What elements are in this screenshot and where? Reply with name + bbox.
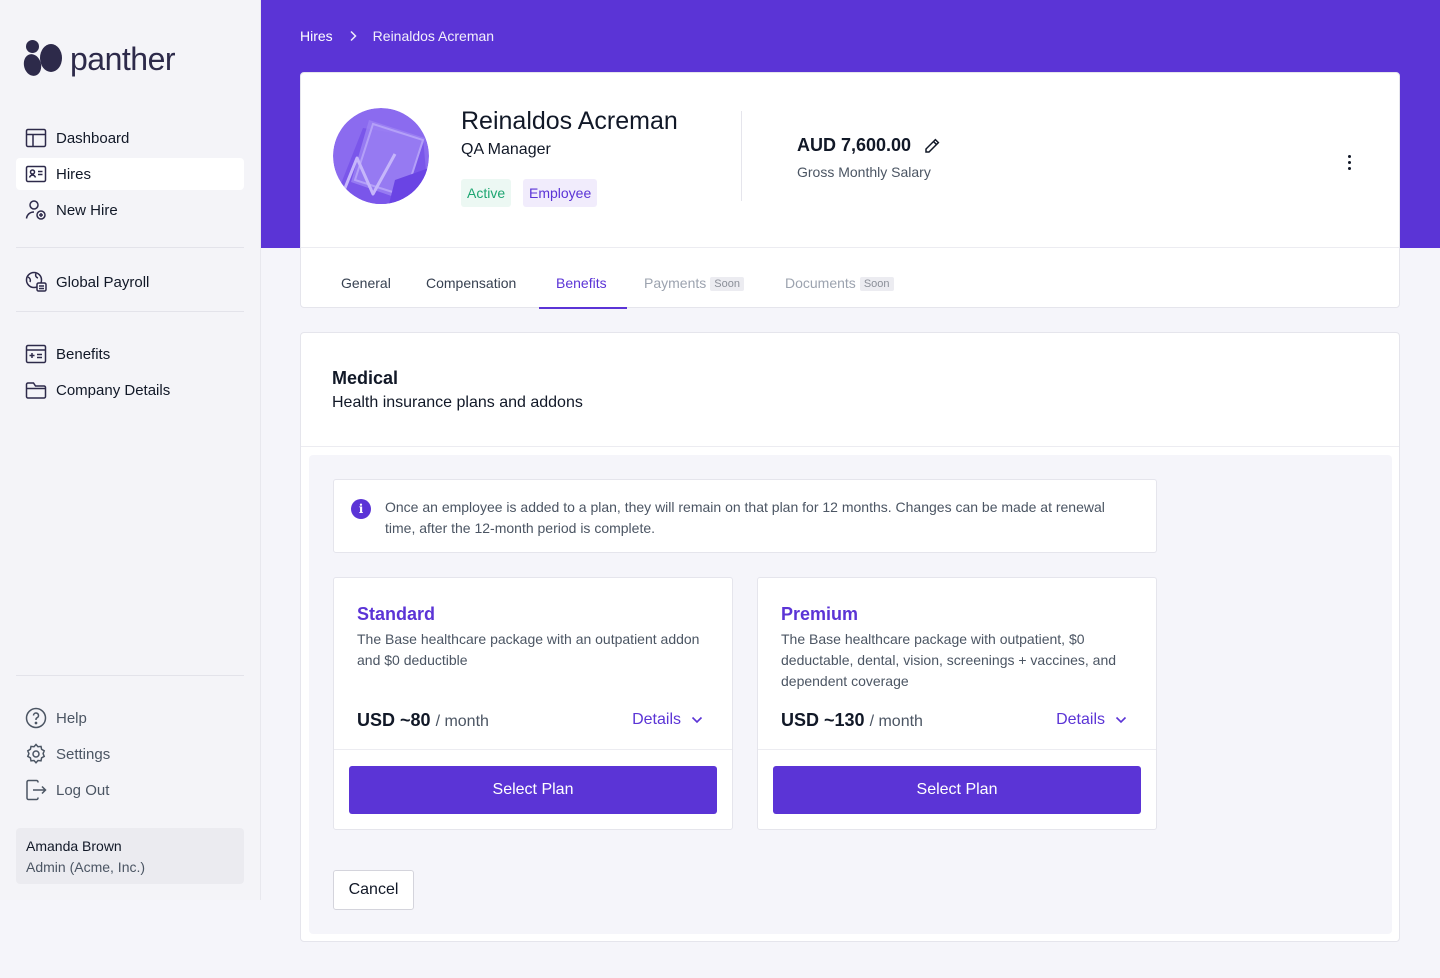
- footer-nav: Help Settings Log Out: [16, 702, 244, 810]
- sidebar-item-label: Benefits: [56, 345, 111, 363]
- folder-icon: [25, 382, 47, 399]
- sidebar-item-new-hire[interactable]: New Hire: [16, 194, 244, 226]
- tab-label: Payments: [644, 275, 707, 291]
- select-plan-button[interactable]: Select Plan: [349, 766, 717, 814]
- logout-icon: [26, 779, 47, 801]
- breadcrumb-parent-link[interactable]: Hires: [300, 28, 333, 44]
- medical-section: Medical Health insurance plans and addon…: [300, 332, 1400, 942]
- soon-badge: Soon: [710, 277, 744, 291]
- employment-type-badge: Employee: [523, 179, 598, 207]
- primary-nav: Dashboard Hires New Hire: [16, 122, 244, 230]
- plan-details-toggle[interactable]: Details: [632, 711, 703, 729]
- global-payroll-icon: [25, 271, 47, 292]
- status-badge: Active: [461, 179, 512, 207]
- sidebar-item-company-details[interactable]: Company Details: [16, 374, 244, 406]
- tab-payments: Payments Soon: [644, 275, 744, 291]
- plan-description: The Base healthcare package with outpati…: [781, 631, 1117, 689]
- active-tab-indicator: [539, 307, 627, 309]
- sidebar-item-help[interactable]: Help: [16, 702, 244, 734]
- sidebar-item-label: Help: [56, 709, 87, 727]
- sidebar-item-dashboard[interactable]: Dashboard: [16, 122, 244, 154]
- plan-name: Premium: [781, 604, 859, 624]
- plan-price-unit: / month: [435, 713, 489, 730]
- edit-pencil-icon[interactable]: [923, 137, 941, 155]
- dashboard-icon: [25, 128, 47, 148]
- breadcrumb-current: Reinaldos Acreman: [372, 28, 495, 44]
- sidebar-item-settings[interactable]: Settings: [16, 738, 244, 770]
- plan-price: USD ~130 / month: [781, 710, 923, 731]
- plan-divider: [758, 749, 1156, 750]
- plan-description: The Base healthcare package with an outp…: [357, 631, 700, 668]
- plan-name: Standard: [357, 604, 436, 624]
- plan-card-premium: Premium The Base healthcare package with…: [757, 577, 1157, 830]
- info-notice: i Once an employee is added to a plan, t…: [333, 479, 1157, 553]
- hire-name: Reinaldos Acreman: [461, 107, 678, 135]
- benefits-icon: [25, 344, 47, 364]
- gear-icon: [26, 743, 46, 764]
- plan-card-standard: Standard The Base healthcare package wit…: [333, 577, 733, 830]
- sidebar-item-label: Global Payroll: [56, 273, 150, 291]
- user-role: Admin (Acme, Inc.): [26, 859, 146, 875]
- chevron-right-icon: [350, 30, 357, 42]
- salary-label: Gross Monthly Salary: [797, 164, 931, 180]
- sidebar-item-label: New Hire: [56, 201, 118, 219]
- tab-benefits[interactable]: Benefits: [556, 275, 607, 291]
- user-name: Amanda Brown: [26, 838, 122, 854]
- salary-amount: AUD 7,600.00: [797, 135, 941, 156]
- section-title: Medical: [332, 368, 399, 388]
- sidebar-item-label: Company Details: [56, 381, 171, 399]
- sidebar-item-label: Hires: [56, 165, 92, 183]
- info-text: Once an employee is added to a plan, the…: [385, 499, 1105, 536]
- help-icon: [25, 707, 47, 729]
- sidebar-item-label: Settings: [56, 745, 111, 763]
- section-subtitle: Health insurance plans and addons: [332, 394, 583, 411]
- plan-price-value: USD ~130: [781, 710, 865, 730]
- chevron-down-icon: [1115, 716, 1127, 724]
- tabs-divider: [301, 247, 1399, 248]
- select-plan-button[interactable]: Select Plan: [773, 766, 1141, 814]
- info-icon: i: [351, 499, 371, 519]
- sidebar-item-label: Log Out: [56, 781, 110, 799]
- hire-job-title: QA Manager: [461, 141, 551, 158]
- brand-name: panther: [70, 40, 176, 77]
- sidebar-item-hires[interactable]: Hires: [16, 158, 244, 190]
- tab-general[interactable]: General: [341, 275, 391, 291]
- plan-price-unit: / month: [869, 713, 923, 730]
- plan-price: USD ~80 / month: [357, 710, 489, 731]
- plan-details-toggle[interactable]: Details: [1056, 711, 1127, 729]
- sidebar-item-global-payroll[interactable]: Global Payroll: [16, 266, 244, 298]
- panther-logo-mark: [21, 40, 64, 78]
- current-user-card[interactable]: Amanda Brown Admin (Acme, Inc.): [16, 828, 244, 884]
- sidebar: panther Dashboard Hires New Hire Global …: [0, 0, 261, 900]
- plans-panel: i Once an employee is added to a plan, t…: [309, 455, 1392, 934]
- section-divider: [301, 446, 1399, 447]
- sidebar-item-log-out[interactable]: Log Out: [16, 774, 244, 806]
- nav-divider: [16, 311, 244, 312]
- profile-card: Reinaldos Acreman QA Manager Active Empl…: [300, 72, 1400, 309]
- nav-divider: [16, 247, 244, 248]
- chevron-down-icon: [691, 716, 703, 724]
- soon-badge: Soon: [859, 277, 894, 291]
- tab-label: Documents: [785, 275, 856, 291]
- details-label: Details: [1056, 711, 1105, 728]
- sidebar-item-label: Dashboard: [56, 129, 130, 147]
- tab-compensation[interactable]: Compensation: [426, 275, 516, 291]
- details-label: Details: [632, 711, 681, 728]
- sidebar-item-benefits[interactable]: Benefits: [16, 338, 244, 370]
- plan-divider: [334, 749, 732, 750]
- user-add-icon: [25, 200, 46, 220]
- tab-documents: Documents Soon: [785, 275, 894, 291]
- breadcrumb: Hires Reinaldos Acreman: [300, 28, 494, 44]
- more-options-icon[interactable]: [1339, 150, 1359, 174]
- company-nav: Benefits Company Details: [16, 338, 244, 410]
- id-card-icon: [25, 165, 47, 183]
- payroll-nav: Global Payroll: [16, 266, 244, 302]
- avatar: [333, 108, 429, 204]
- plan-price-value: USD ~80: [357, 710, 431, 730]
- nav-divider: [16, 675, 244, 676]
- cancel-button[interactable]: Cancel: [333, 870, 414, 910]
- vertical-divider: [741, 111, 742, 201]
- salary-value: AUD 7,600.00: [797, 135, 912, 155]
- panther-logo[interactable]: panther: [21, 40, 176, 78]
